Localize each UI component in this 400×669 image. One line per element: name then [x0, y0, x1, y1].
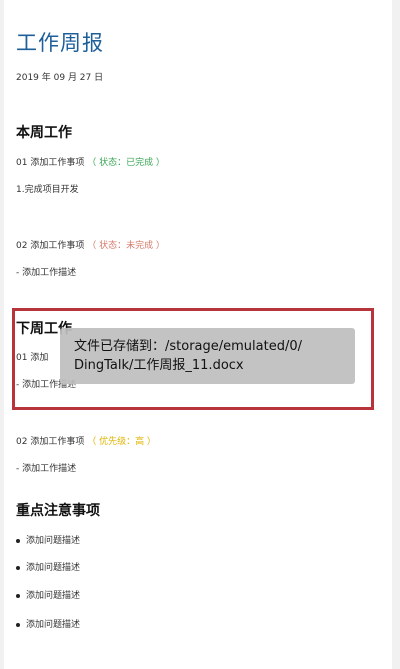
status-badge: （ 状态：未完成 ）: [87, 241, 165, 251]
document-page: 工作周报 2019 年 09 月 27 日 本周工作 01 添加工作事项 （ 状…: [4, 0, 392, 669]
next-week-item-2: 02 添加工作事项 （ 优先级：高 ）: [16, 434, 156, 447]
document-title: 工作周报: [16, 31, 104, 55]
item-label: 01 添加工作事项: [16, 158, 85, 168]
document-date: 2019 年 09 月 27 日: [16, 73, 104, 83]
saved-toast: 文件已存储到：/storage/emulated/0/ DingTalk/工作周…: [60, 328, 355, 384]
note-item: 添加问题描述: [16, 588, 80, 601]
this-week-item-1-desc: 1.完成项目开发: [16, 185, 79, 195]
priority-badge: （ 优先级：高 ）: [87, 437, 156, 447]
this-week-item-2: 02 添加工作事项 （ 状态：未完成 ）: [16, 238, 165, 251]
note-item: 添加问题描述: [16, 617, 80, 630]
note-item: 添加问题描述: [16, 560, 80, 573]
item-label: 02 添加工作事项: [16, 437, 85, 447]
item-label: 02 添加工作事项: [16, 241, 85, 251]
toast-line-1: 文件已存储到：/storage/emulated/0/: [74, 339, 303, 354]
status-badge: （ 状态：已完成 ）: [87, 158, 165, 168]
next-week-item-2-desc: - 添加工作描述: [16, 464, 77, 474]
this-week-item-1: 01 添加工作事项 （ 状态：已完成 ）: [16, 155, 165, 168]
toast-line-2: DingTalk/工作周报_11.docx: [74, 358, 244, 373]
note-item: 添加问题描述: [16, 533, 80, 546]
this-week-heading: 本周工作: [16, 125, 72, 141]
notes-heading: 重点注意事项: [16, 503, 100, 519]
this-week-item-2-desc: - 添加工作描述: [16, 268, 77, 278]
